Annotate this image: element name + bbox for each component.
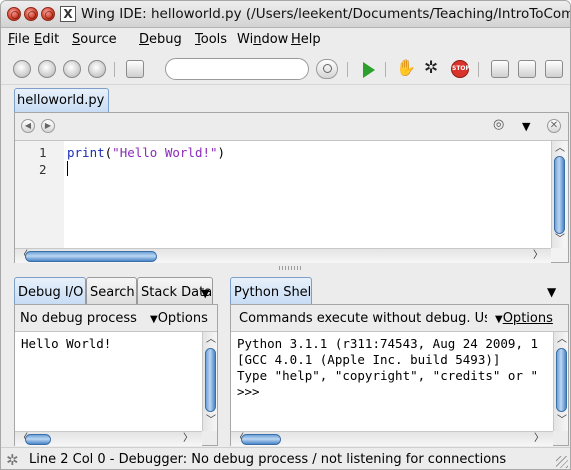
- dropdown-arrow-icon[interactable]: ▼: [522, 120, 530, 133]
- editor-horizontal-scrollbar[interactable]: 〈 〉: [15, 248, 551, 263]
- dropdown-arrow-icon: ▼: [150, 314, 158, 325]
- toolbar-separator: [478, 62, 479, 77]
- comment-icon[interactable]: [545, 60, 563, 78]
- tab-debug-io[interactable]: Debug I/O: [14, 277, 86, 304]
- print-icon[interactable]: [126, 60, 144, 78]
- output-line: [GCC 4.0.1 (Apple Inc. build 5493)]: [237, 352, 501, 367]
- options-gear-icon[interactable]: ◎: [493, 117, 504, 132]
- scroll-up-icon[interactable]: ︿: [555, 144, 565, 154]
- toolbar-separator: [347, 62, 348, 77]
- editor-tab-helloworld[interactable]: helloworld.py: [14, 88, 109, 112]
- scroll-up-icon[interactable]: ︿: [557, 335, 567, 345]
- resize-grip-icon[interactable]: [556, 456, 568, 468]
- new-file-icon[interactable]: [13, 60, 31, 78]
- close-editor-icon[interactable]: ✕: [547, 119, 561, 133]
- scrollbar-thumb[interactable]: [556, 348, 567, 412]
- menu-bar: File Edit Source Debug Tools Window Help: [1, 28, 570, 52]
- debug-horizontal-scrollbar[interactable]: 〈 〉: [15, 431, 202, 446]
- zoom-window-button[interactable]: [41, 7, 55, 21]
- scroll-right-icon[interactable]: 〉: [183, 434, 193, 444]
- scroll-down-icon[interactable]: ﹀: [555, 235, 565, 245]
- output-line: Python 3.1.1 (r311:74543, Aug 24 2009, 1: [237, 336, 539, 351]
- shell-prompt: >>>: [237, 384, 260, 399]
- toolbar-separator: [114, 62, 115, 77]
- shell-horizontal-scrollbar[interactable]: 〈 〉: [231, 431, 553, 446]
- debug-io-panel: No debug process ▼Options Hello World! ︿…: [14, 304, 218, 446]
- debug-vertical-scrollbar[interactable]: ︿ ﹀: [202, 332, 217, 431]
- shell-status-text: Commands execute without debug. Us: [239, 311, 487, 326]
- ide-window: X Wing IDE: helloworld.py (/Users/leeken…: [0, 0, 571, 470]
- shell-vertical-scrollbar[interactable]: ︿ ﹀: [553, 332, 568, 431]
- stop-hand-icon[interactable]: ✋: [396, 59, 416, 77]
- status-text: Line 2 Col 0 - Debugger: No debug proces…: [29, 452, 507, 467]
- window-title: Wing IDE: helloworld.py (/Users/leekent/…: [81, 6, 571, 22]
- tab-menu-arrow-icon[interactable]: ▼: [547, 285, 556, 299]
- close-window-button[interactable]: [7, 7, 21, 21]
- search-icon[interactable]: [316, 59, 338, 79]
- tab-search[interactable]: Search: [86, 277, 137, 304]
- scroll-up-icon[interactable]: ︿: [206, 335, 216, 345]
- save-icon[interactable]: [63, 60, 81, 78]
- splitter-grip: [279, 266, 303, 270]
- editor-area: ◀ ▶ ◎ ▼ ✕ 1 2 print("Hello World!") ︿ ﹀ …: [14, 112, 569, 263]
- scrollbar-thumb[interactable]: [25, 251, 157, 262]
- scrollbar-thumb[interactable]: [241, 434, 281, 445]
- dropdown-arrow-icon: ▼: [495, 314, 503, 325]
- save-all-icon[interactable]: [88, 60, 106, 78]
- scrollbar-thumb[interactable]: [205, 348, 216, 412]
- editor-vertical-scrollbar[interactable]: ︿ ﹀: [551, 141, 566, 248]
- line-number: 1: [39, 145, 47, 160]
- shell-toolbar: Commands execute without debug. Us ▼Opti…: [231, 305, 568, 332]
- indent-icon[interactable]: [491, 60, 509, 78]
- shell-options-dropdown[interactable]: ▼Options: [495, 311, 553, 326]
- toolbar-search-input[interactable]: [165, 58, 309, 80]
- shell-output[interactable]: Python 3.1.1 (r311:74543, Aug 24 2009, 1…: [231, 332, 553, 431]
- menu-help[interactable]: Help: [291, 32, 321, 47]
- text-cursor: [67, 161, 68, 176]
- editor-toolbar: ◀ ▶ ◎ ▼ ✕: [15, 113, 568, 141]
- output-line: Hello World!: [21, 336, 112, 351]
- scroll-down-icon[interactable]: ﹀: [557, 416, 567, 426]
- menu-window[interactable]: Window: [237, 32, 288, 47]
- code-line-1: print("Hello World!"): [67, 145, 226, 160]
- back-icon[interactable]: ◀: [21, 119, 35, 133]
- line-number-gutter: 1 2: [15, 141, 64, 248]
- scrollbar-thumb[interactable]: [554, 156, 565, 234]
- debug-bug-icon[interactable]: ✲: [424, 59, 442, 77]
- output-line: Type "help", "copyright", "credits" or ": [237, 368, 539, 383]
- title-bar: X Wing IDE: helloworld.py (/Users/leeken…: [1, 1, 570, 28]
- line-number: 2: [39, 162, 47, 177]
- debug-io-toolbar: No debug process ▼Options: [15, 305, 217, 332]
- tab-python-shell[interactable]: Python Shell: [230, 277, 312, 304]
- run-icon[interactable]: [363, 62, 375, 78]
- minimize-window-button[interactable]: [24, 7, 38, 21]
- outdent-icon[interactable]: [518, 60, 536, 78]
- menu-source[interactable]: Source: [72, 32, 117, 47]
- scrollbar-thumb[interactable]: [25, 434, 51, 445]
- scroll-down-icon[interactable]: ﹀: [206, 416, 216, 426]
- debug-output[interactable]: Hello World!: [15, 332, 202, 431]
- pane-splitter[interactable]: [14, 263, 569, 273]
- scroll-right-icon[interactable]: 〉: [533, 251, 543, 261]
- menu-edit[interactable]: Edit: [34, 32, 59, 47]
- stop-sign-icon[interactable]: STOP: [451, 60, 470, 78]
- menu-tools[interactable]: Tools: [195, 32, 227, 47]
- toolbar-separator: [385, 62, 386, 77]
- main-toolbar: ✋ ✲ STOP: [1, 52, 570, 85]
- x11-icon: X: [60, 6, 76, 22]
- tab-menu-arrow-icon[interactable]: ▼: [201, 287, 209, 300]
- debugger-status-icon: ✲: [6, 451, 19, 469]
- open-file-icon[interactable]: [38, 60, 56, 78]
- menu-file[interactable]: File: [8, 32, 30, 47]
- menu-debug[interactable]: Debug: [139, 32, 182, 47]
- forward-icon[interactable]: ▶: [41, 119, 55, 133]
- python-shell-panel: Commands execute without debug. Us ▼Opti…: [230, 304, 569, 446]
- scroll-right-icon[interactable]: 〉: [534, 434, 544, 444]
- debug-status-text: No debug process: [20, 311, 137, 326]
- code-editor[interactable]: print("Hello World!"): [64, 141, 551, 248]
- status-bar: ✲ Line 2 Col 0 - Debugger: No debug proc…: [1, 447, 570, 469]
- debug-options-dropdown[interactable]: ▼Options: [150, 311, 208, 326]
